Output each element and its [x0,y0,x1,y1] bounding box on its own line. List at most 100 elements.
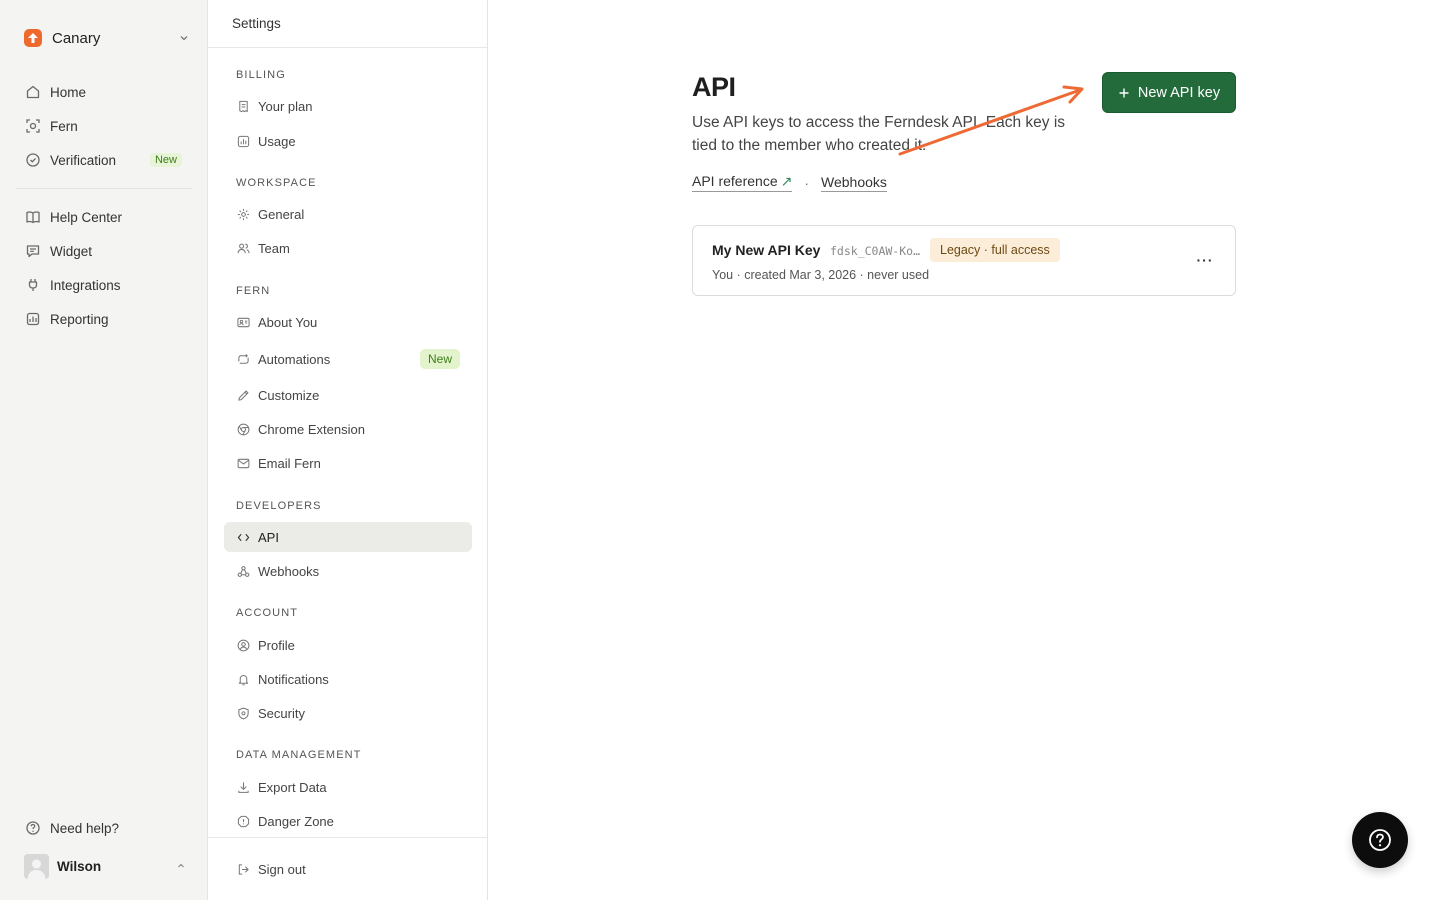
chart-icon [24,310,42,328]
nav-item-home[interactable]: Home [16,75,192,109]
settings-item-webhooks[interactable]: Webhooks [224,556,472,586]
user-circle-icon [236,638,250,652]
sign-out-icon [236,862,250,876]
settings-item-danger-zone[interactable]: Danger Zone [224,806,472,836]
more-options-button[interactable]: ··· [1193,248,1217,272]
nav-item-label: Reporting [50,311,109,327]
bell-icon [236,672,250,686]
main-nav: Home Fern Verification New [16,75,192,177]
workspace-name: Canary [52,29,101,47]
new-badge: New [149,153,182,167]
settings-item-security[interactable]: Security [224,698,472,728]
nav-item-help-center[interactable]: Help Center [16,200,192,234]
settings-item-label: Usage [258,133,296,149]
nav-item-label: Home [50,84,87,100]
help-chat-button[interactable] [1352,812,1408,868]
annotation-arrow-icon [898,85,1084,156]
id-card-icon [236,315,250,329]
group-label-fern: FERN [236,285,271,297]
chrome-icon [236,422,250,436]
settings-item-profile[interactable]: Profile [224,630,472,660]
plus-icon [1118,87,1130,99]
download-icon [236,780,250,794]
receipt-icon [236,99,250,113]
settings-item-label: Notifications [258,671,329,687]
settings-item-api[interactable]: API [224,522,472,552]
workspace-switcher[interactable]: Canary [24,27,192,49]
external-link-icon: ↗ [780,173,793,189]
nav-item-fern[interactable]: Fern [16,109,192,143]
settings-item-label: About You [258,314,318,330]
group-label-workspace: WORKSPACE [236,177,317,189]
nav-item-label: Verification [50,152,117,168]
separator-dot: · [804,174,810,191]
settings-item-automations[interactable]: Automations New [224,344,472,374]
settings-item-email-fern[interactable]: Email Fern [224,448,472,478]
user-name: Wilson [57,858,102,874]
secondary-nav: Help Center Widget Integrations Reportin… [16,200,192,336]
need-help-label: Need help? [50,820,120,836]
settings-item-usage[interactable]: Usage [224,126,472,156]
settings-item-about-you[interactable]: About You [224,307,472,337]
avatar [24,853,49,879]
settings-item-label: API [258,529,279,545]
plug-icon [24,276,42,294]
check-circle-icon [24,151,42,169]
nav-item-label: Widget [50,243,93,259]
sign-out-button[interactable]: Sign out [224,854,472,884]
settings-item-label: Profile [258,637,295,653]
settings-item-label: Team [258,240,290,256]
settings-item-customize[interactable]: Customize [224,380,472,410]
need-help-link[interactable]: Need help? [16,811,192,845]
settings-title: Settings [208,0,487,48]
doc-links: API reference ↗ · Webhooks [692,173,887,192]
settings-item-export-data[interactable]: Export Data [224,772,472,802]
new-badge: New [419,349,460,369]
api-key-name: My New API Key [712,242,821,258]
settings-item-label: Automations [258,351,331,367]
loop-icon [236,352,250,366]
gear-icon [236,207,250,221]
help-circle-icon [24,819,42,837]
nav-item-verification[interactable]: Verification New [16,143,192,177]
alert-octagon-icon [236,814,250,828]
settings-item-label: Export Data [258,779,327,795]
group-label-billing: BILLING [236,69,286,81]
nav-item-label: Integrations [50,277,121,293]
settings-item-label: Webhooks [258,563,320,579]
settings-item-label: Customize [258,387,320,403]
settings-item-label: Danger Zone [258,813,334,829]
chevron-down-icon [178,32,190,44]
nav-item-integrations[interactable]: Integrations [16,268,192,302]
mail-icon [236,456,250,470]
settings-item-team[interactable]: Team [224,233,472,263]
new-api-key-button[interactable]: New API key [1102,72,1236,113]
chat-icon [24,242,42,260]
settings-item-label: General [258,206,305,222]
group-label-developers: DEVELOPERS [236,500,322,512]
settings-nav: Settings BILLING Your plan Usage WORKSPA… [208,0,488,900]
users-icon [236,241,250,255]
settings-item-chrome-extension[interactable]: Chrome Extension [224,414,472,444]
settings-item-your-plan[interactable]: Your plan [224,91,472,121]
user-menu[interactable]: Wilson [24,853,192,879]
webhooks-link[interactable]: Webhooks [821,174,887,192]
settings-footer: Sign out [208,837,488,900]
nav-item-reporting[interactable]: Reporting [16,302,192,336]
access-badge: Legacy · full access [930,238,1060,262]
home-icon [24,83,42,101]
api-reference-link[interactable]: API reference ↗ [692,173,793,192]
webhook-icon [236,564,250,578]
nav-item-widget[interactable]: Widget [16,234,192,268]
question-mark-icon [1369,829,1391,851]
settings-item-general[interactable]: General [224,199,472,229]
api-key-row: My New API Key fdsk_C0AW-Ko… Legacy · fu… [692,225,1236,296]
settings-item-notifications[interactable]: Notifications [224,664,472,694]
divider [16,188,192,189]
nav-item-label: Fern [50,118,78,134]
api-key-prefix: fdsk_C0AW-Ko… [830,244,921,258]
settings-item-label: Chrome Extension [258,421,365,437]
nav-item-label: Help Center [50,209,123,225]
app-sidebar: Canary Home Fern Verification New Help C… [0,0,208,900]
api-key-meta: You · created Mar 3, 2026 · never used [712,268,930,282]
